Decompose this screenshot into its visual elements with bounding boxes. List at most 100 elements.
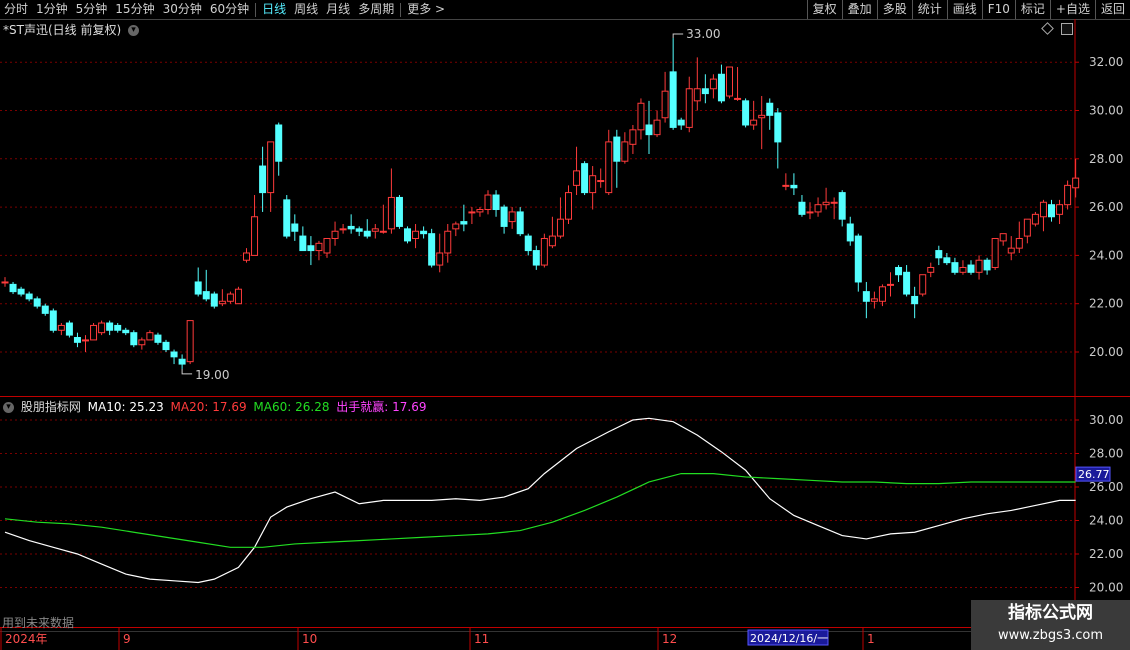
candle-up (822, 201, 830, 206)
current-value-label: 26.77 (1078, 468, 1110, 481)
candle-down (25, 293, 33, 300)
period-tab-10[interactable]: 更多 > (403, 0, 449, 19)
candle-down (669, 71, 677, 128)
indicator-tick-label: 28.00 (1089, 447, 1123, 461)
period-tabs: 分时 1分钟 5分钟 15分钟 30分钟 60分钟 日线 周线 月线 多周期 更多 > (0, 0, 449, 19)
candle-up (234, 288, 242, 305)
period-tab-1[interactable]: 1分钟 (32, 0, 72, 19)
indicator-tick-label: 26.00 (1089, 480, 1123, 494)
candle-up (444, 230, 452, 254)
series-line-ma10 (4, 417, 1076, 584)
indicator-tick-label: 22.00 (1089, 547, 1123, 561)
tool-button-4[interactable]: 画线 (946, 0, 982, 19)
candle-down (911, 295, 919, 305)
candle-up (387, 196, 395, 230)
candle-down (9, 283, 17, 293)
period-tab-6[interactable]: 日线 (258, 0, 290, 19)
candle-up (315, 242, 323, 252)
candle-up (468, 211, 476, 214)
candle-down (613, 136, 621, 162)
tool-button-2[interactable]: 多股 (876, 0, 912, 19)
candle-down (1048, 204, 1055, 218)
candle-down (943, 257, 951, 264)
candle-up (782, 184, 790, 187)
candle-up (90, 324, 98, 341)
candle-down (742, 100, 750, 126)
candle-up (1015, 237, 1023, 249)
candle-up (82, 339, 89, 342)
period-tab-5[interactable]: 60分钟 (206, 0, 253, 19)
tool-button-0[interactable]: 复权 (806, 0, 842, 19)
candle-up (878, 286, 886, 302)
candle-up (251, 216, 259, 256)
period-tab-4[interactable]: 30分钟 (159, 0, 206, 19)
chevron-down-icon[interactable]: ▾ (127, 25, 139, 36)
candle-down (951, 262, 959, 273)
candle-up (1064, 184, 1072, 206)
candle-up (685, 88, 693, 128)
candle-down (395, 196, 403, 227)
tool-button-5[interactable]: F10 (981, 0, 1015, 19)
candle-up (629, 129, 637, 145)
diamond-icon[interactable] (1041, 22, 1054, 35)
candle-down (65, 322, 73, 336)
candle-up (1039, 201, 1047, 218)
candle-down (774, 112, 782, 143)
candle-up (146, 332, 154, 341)
indicator-tick-label: 30.00 (1089, 413, 1123, 427)
indicator-legend: ▾ 股朋指标网 MA10: 25.23 MA20: 17.69 MA60: 26… (3, 398, 430, 415)
period-tab-2[interactable]: 5分钟 (72, 0, 112, 19)
period-tab-0[interactable]: 分时 (0, 0, 32, 19)
price-tick-label: 20.00 (1089, 345, 1123, 359)
tool-button-1[interactable]: 叠加 (841, 0, 877, 19)
period-tab-3[interactable]: 15分钟 (111, 0, 158, 19)
candle-up (98, 322, 106, 334)
low-marker (181, 368, 193, 375)
candle-down (154, 334, 162, 343)
candle-down (210, 293, 218, 307)
candle-down (645, 124, 653, 136)
watermark-title: 指标公式网 (1008, 603, 1093, 623)
candle-down (460, 221, 468, 225)
tool-button-3[interactable]: 统计 (911, 0, 947, 19)
candle-up (540, 237, 548, 266)
candle-down (677, 119, 685, 126)
chart-title[interactable]: *ST声迅(日线 前复权) ▾ (3, 21, 139, 38)
candle-up (709, 78, 717, 90)
tool-buttons: 复权 叠加 多股 统计 画线 F10 标记 +自选 返回 (806, 0, 1130, 19)
settings-icon[interactable]: ▾ (3, 402, 14, 413)
period-tab-9[interactable]: 多周期 (354, 0, 398, 19)
panel-toggle-icon[interactable] (1061, 23, 1073, 35)
candle-down (49, 310, 57, 331)
indicator-name[interactable]: 股朋指标网 (21, 400, 81, 414)
candle-down (798, 201, 806, 215)
candle-up (919, 274, 927, 295)
candle-up (734, 97, 742, 100)
candle-up (573, 170, 581, 186)
period-tab-7[interactable]: 周线 (290, 0, 322, 19)
candle-up (814, 204, 822, 213)
candle-down (283, 199, 291, 237)
candle-down (895, 266, 903, 276)
candle-up (548, 235, 556, 247)
candle-down (355, 228, 363, 232)
candle-down (935, 250, 943, 259)
candle-up (508, 211, 516, 223)
period-tab-8[interactable]: 月线 (322, 0, 354, 19)
candle-down (291, 223, 299, 232)
tool-button-8[interactable]: 返回 (1094, 0, 1130, 19)
legend-ma60: MA60: 26.28 (253, 400, 330, 414)
date-label: 2024年 (5, 632, 48, 646)
candle-down (347, 225, 355, 230)
candle-up (693, 88, 701, 102)
price-tick-label: 22.00 (1089, 297, 1123, 311)
toolbar-separator (255, 2, 257, 17)
indicator-tick-label: 24.00 (1089, 514, 1123, 528)
candle-down (903, 271, 911, 295)
candle-down (33, 298, 41, 307)
tool-button-7[interactable]: +自选 (1049, 0, 1095, 19)
period-toolbar: 分时 1分钟 5分钟 15分钟 30分钟 60分钟 日线 周线 月线 多周期 更多 > 复权 叠加 多股… (0, 0, 1130, 20)
tool-button-6[interactable]: 标记 (1014, 0, 1050, 19)
toolbar-separator (400, 2, 402, 17)
candle-up (959, 266, 967, 273)
